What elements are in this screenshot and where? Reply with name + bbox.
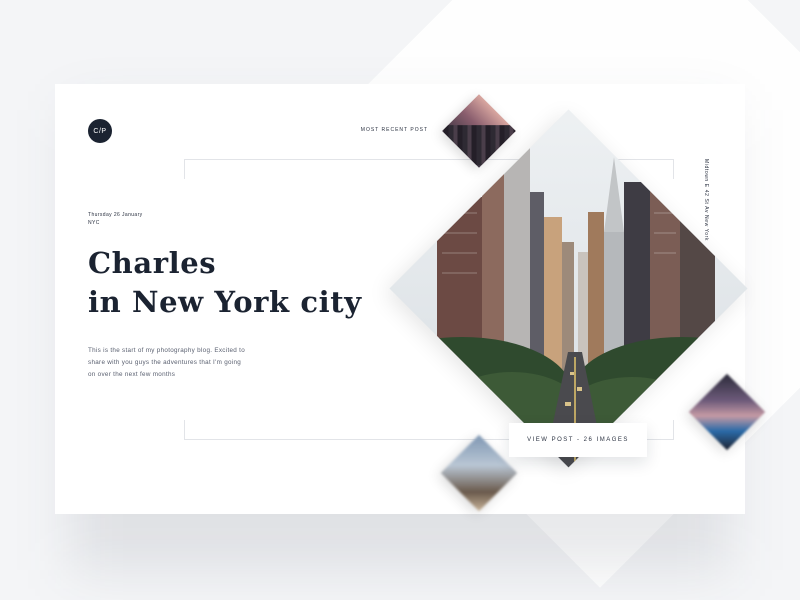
title-line-2: in New York city xyxy=(88,285,362,319)
site-logo[interactable]: C/P xyxy=(88,119,112,143)
title-line-1: Charles xyxy=(88,246,217,280)
post-location: NYC xyxy=(88,220,100,226)
view-post-button[interactable]: VIEW POST - 26 IMAGES xyxy=(509,423,647,457)
page-title: Charles in New York city xyxy=(88,244,362,322)
post-date: Thursday 26 January xyxy=(88,212,143,218)
location-caption: Midtown E 42 St Av New York xyxy=(703,159,709,241)
post-intro: This is the start of my photography blog… xyxy=(88,347,245,378)
logo-text: C/P xyxy=(93,127,107,135)
post-meta: Thursday 26 January NYC xyxy=(88,211,143,227)
most-recent-label: MOST RECENT POST xyxy=(360,127,428,133)
